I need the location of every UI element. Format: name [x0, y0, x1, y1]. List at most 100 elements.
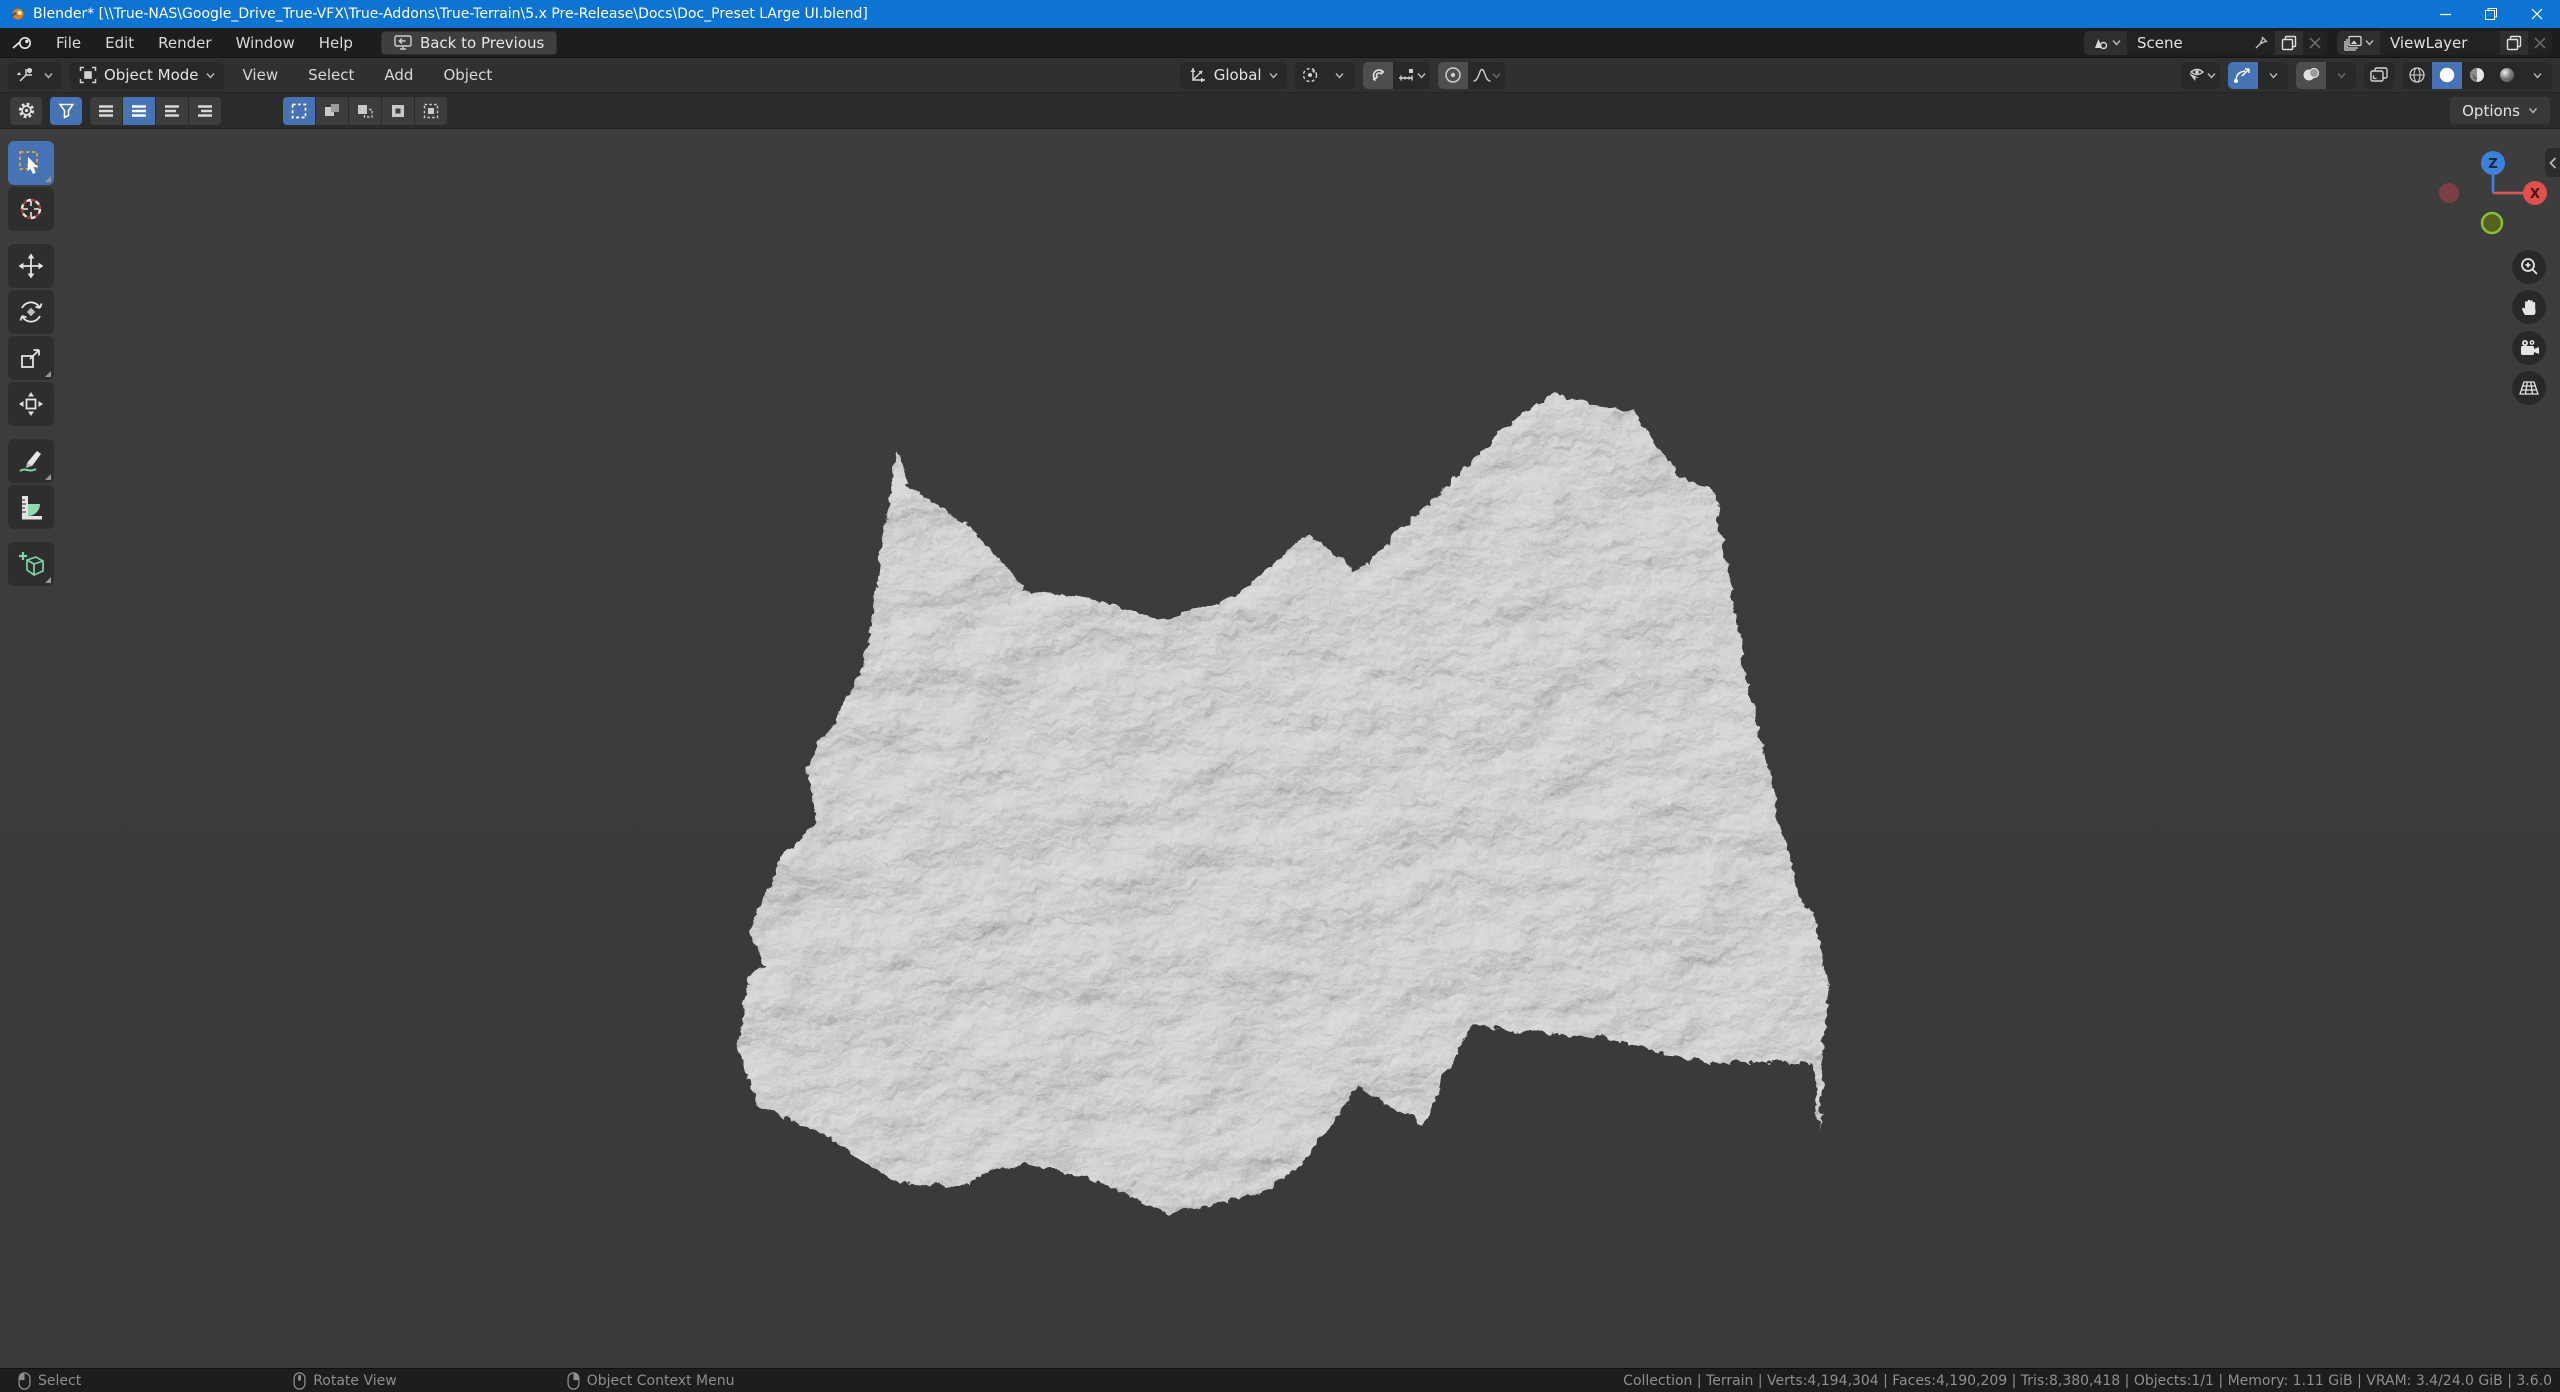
sidebar-toggle[interactable]	[2545, 148, 2560, 177]
pan-button[interactable]	[2512, 290, 2546, 324]
mode-selector[interactable]: Object Mode	[70, 62, 224, 89]
menu-add[interactable]: Add	[373, 66, 424, 84]
snap-increment-icon	[1397, 67, 1417, 83]
back-to-previous-button[interactable]: Back to Previous	[381, 31, 557, 55]
view-layer-name[interactable]: ViewLayer	[2380, 34, 2500, 52]
menu-help[interactable]: Help	[307, 28, 365, 57]
editor-3d-viewport-icon	[17, 66, 37, 84]
window-titlebar: Blender* [\\True-NAS\Google_Drive_True-V…	[0, 0, 2560, 28]
tool-rotate[interactable]	[8, 290, 54, 334]
minimize-icon[interactable]	[2422, 0, 2468, 28]
select-box-icon	[17, 149, 45, 177]
snap-settings-button[interactable]	[1393, 62, 1430, 89]
view-layer-browse-button[interactable]	[2337, 31, 2380, 55]
shading-material-button[interactable]	[2462, 62, 2492, 89]
screen-back-icon	[394, 35, 412, 50]
select-set-icon	[290, 102, 308, 120]
display-mode-4-button[interactable]	[189, 97, 221, 125]
pin-icon[interactable]	[2247, 31, 2275, 55]
show-gizmos-toggle[interactable]	[2228, 62, 2258, 89]
menu-window[interactable]: Window	[224, 28, 307, 57]
select-mode-invert-button[interactable]	[382, 97, 414, 125]
new-view-layer-button[interactable]	[2500, 31, 2528, 55]
unlink-scene-button[interactable]	[2303, 31, 2327, 55]
overlays-group	[2296, 62, 2356, 89]
show-overlays-toggle[interactable]	[2296, 62, 2326, 89]
scene-selector: Scene	[2084, 31, 2327, 55]
close-icon[interactable]	[2514, 0, 2560, 28]
tool-transform[interactable]	[8, 382, 54, 426]
menu-select[interactable]: Select	[297, 66, 365, 84]
orientation-icon	[1189, 66, 1207, 84]
camera-view-button[interactable]	[2512, 331, 2546, 365]
axis-gizmo[interactable]: Z X	[2429, 147, 2549, 247]
display-mode-3-button[interactable]	[156, 97, 188, 125]
select-invert-icon	[389, 102, 407, 120]
blender-menu-icon[interactable]	[12, 35, 34, 51]
transform-orientation-selector[interactable]: Global	[1180, 62, 1287, 89]
menu-view[interactable]: View	[232, 66, 290, 84]
tool-settings-gear-button[interactable]	[10, 97, 42, 125]
chevron-left-icon	[2549, 157, 2557, 169]
viewport-3d[interactable]: Z X	[0, 129, 2560, 1368]
tool-move[interactable]	[8, 244, 54, 288]
select-mode-subtract-button[interactable]	[349, 97, 381, 125]
select-mode-group	[283, 97, 447, 125]
measure-icon	[17, 493, 45, 521]
shading-rendered-button[interactable]	[2492, 62, 2522, 89]
blender-app-icon	[9, 6, 25, 22]
menu-edit[interactable]: Edit	[93, 28, 146, 57]
show-object-types-button[interactable]	[2181, 62, 2220, 89]
restore-icon[interactable]	[2468, 0, 2514, 28]
gizmos-group	[2228, 62, 2288, 89]
orientation-label: Global	[1214, 66, 1262, 84]
editor-type-button[interactable]	[8, 62, 62, 89]
scene-browse-button[interactable]	[2084, 31, 2127, 55]
remove-view-layer-button[interactable]	[2528, 31, 2552, 55]
gizmos-settings-chevron-icon[interactable]	[2258, 62, 2288, 89]
new-scene-button[interactable]	[2275, 31, 2303, 55]
chevron-down-icon	[1492, 72, 1501, 79]
proportional-falloff-button[interactable]	[1468, 62, 1505, 89]
scene-name[interactable]: Scene	[2127, 34, 2247, 52]
select-mode-intersect-button[interactable]	[415, 97, 447, 125]
snap-toggle[interactable]	[1363, 62, 1393, 89]
topbar: File Edit Render Window Help Back to Pre…	[0, 28, 2560, 58]
viewport-header: Object Mode View Select Add Object Globa…	[0, 58, 2560, 93]
tool-annotate[interactable]	[8, 439, 54, 483]
toolbar	[8, 141, 54, 586]
lines-icon	[196, 104, 214, 118]
xray-toggle[interactable]	[2364, 62, 2394, 89]
tool-cursor[interactable]	[8, 187, 54, 231]
funnel-icon	[58, 102, 75, 119]
filter-button[interactable]	[50, 97, 82, 125]
duplicate-icon	[2506, 35, 2522, 51]
shading-settings-chevron-icon[interactable]	[2522, 62, 2552, 89]
options-dropdown[interactable]: Options	[2450, 97, 2550, 124]
chevron-down-icon	[1417, 72, 1426, 79]
menu-object[interactable]: Object	[432, 66, 503, 84]
perspective-toggle-button[interactable]	[2512, 371, 2546, 405]
tool-select-box[interactable]	[8, 141, 54, 185]
display-mode-2-button[interactable]	[123, 97, 155, 125]
tool-scale[interactable]	[8, 336, 54, 380]
tool-add-cube[interactable]	[8, 542, 54, 586]
select-mode-extend-button[interactable]	[316, 97, 348, 125]
shading-wireframe-button[interactable]	[2402, 62, 2432, 89]
chevron-down-icon	[2365, 39, 2374, 46]
shading-solid-button[interactable]	[2432, 62, 2462, 89]
menu-file[interactable]: File	[44, 28, 93, 57]
material-sphere-icon	[2468, 66, 2486, 84]
terrain-mesh[interactable]	[730, 385, 1840, 1220]
menu-render[interactable]: Render	[146, 28, 223, 57]
zoom-button[interactable]	[2512, 250, 2546, 284]
overlays-settings-chevron-icon[interactable]	[2326, 62, 2356, 89]
pivot-point-selector[interactable]	[1295, 62, 1355, 89]
lines-icon	[97, 104, 115, 118]
overlays-icon	[2300, 66, 2322, 84]
axis-neg-x-handle	[2439, 183, 2459, 203]
select-mode-set-button[interactable]	[283, 97, 315, 125]
display-mode-1-button[interactable]	[90, 97, 122, 125]
tool-measure[interactable]	[8, 485, 54, 529]
proportional-editing-toggle[interactable]	[1438, 62, 1468, 89]
